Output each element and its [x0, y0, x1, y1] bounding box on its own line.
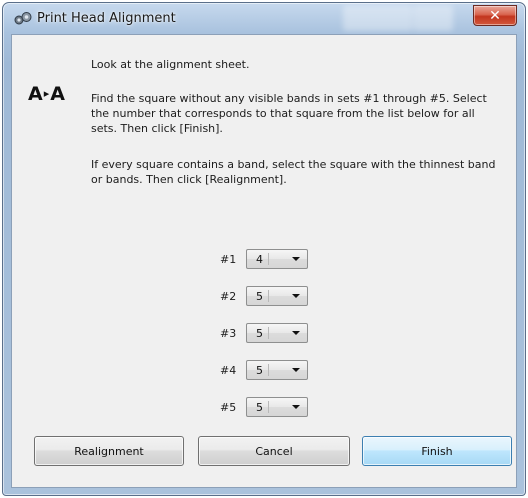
set-label-3: #3 [220, 326, 237, 340]
instruction-look-sheet: Look at the alignment sheet. [91, 58, 250, 71]
set-row-1: #1 4 [220, 248, 308, 270]
alignment-arrow-icon: ▸ [43, 86, 50, 100]
set-5-dropdown[interactable]: 5 [246, 397, 308, 417]
cancel-button[interactable]: Cancel [198, 436, 350, 466]
alignment-icon: A ▸ A [28, 83, 72, 105]
dropdown-separator [268, 290, 269, 302]
dropdown-separator [268, 401, 269, 413]
instruction-realignment: If every square contains a band, select … [91, 158, 496, 186]
set-label-2: #2 [220, 289, 237, 303]
dialog-body: A ▸ A Look at the alignment sheet. Find … [11, 34, 517, 488]
alignment-icon-letter-left: A [28, 83, 43, 105]
set-label-5: #5 [220, 400, 237, 414]
dropdown-separator [268, 364, 269, 376]
set-4-value: 5 [256, 363, 263, 377]
window-title: Print Head Alignment [37, 11, 176, 26]
set-row-4: #4 5 [220, 359, 308, 381]
realignment-button[interactable]: Realignment [34, 436, 184, 466]
finish-button[interactable]: Finish [362, 436, 512, 466]
chevron-down-icon[interactable] [292, 257, 300, 261]
instruction-find-square: Find the square without any visible band… [91, 92, 487, 135]
chevron-down-icon[interactable] [292, 294, 300, 298]
set-4-dropdown[interactable]: 5 [246, 360, 308, 380]
title-bar[interactable]: Print Head Alignment ✕ [3, 3, 525, 37]
chevron-down-icon[interactable] [292, 405, 300, 409]
printer-settings-icon [14, 12, 32, 25]
set-1-dropdown[interactable]: 4 [246, 249, 308, 269]
set-1-value: 4 [256, 252, 263, 266]
set-3-value: 5 [256, 326, 263, 340]
set-row-5: #5 5 [220, 396, 308, 418]
set-5-value: 5 [256, 400, 263, 414]
close-button[interactable]: ✕ [473, 5, 517, 26]
set-label-1: #1 [220, 252, 237, 266]
set-label-4: #4 [220, 363, 237, 377]
chevron-down-icon[interactable] [292, 368, 300, 372]
set-row-3: #3 5 [220, 322, 308, 344]
chevron-down-icon[interactable] [292, 331, 300, 335]
set-row-2: #2 5 [220, 285, 308, 307]
set-2-dropdown[interactable]: 5 [246, 286, 308, 306]
dropdown-separator [268, 327, 269, 339]
close-icon: ✕ [489, 7, 501, 24]
print-head-alignment-dialog: Print Head Alignment ✕ A ▸ A Look at the… [2, 2, 526, 496]
dropdown-separator [268, 253, 269, 265]
set-2-value: 5 [256, 289, 263, 303]
set-3-dropdown[interactable]: 5 [246, 323, 308, 343]
alignment-icon-letter-right: A [50, 83, 65, 105]
